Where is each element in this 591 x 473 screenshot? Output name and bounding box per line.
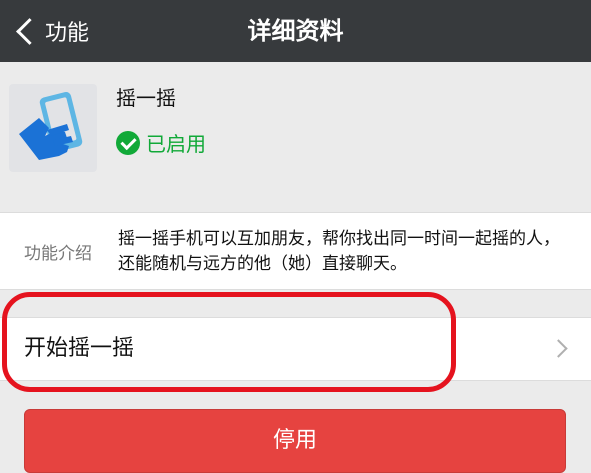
shake-phone-icon [9, 84, 97, 172]
chevron-right-icon [549, 339, 568, 358]
navigation-bar: 功能 详细资料 [0, 0, 591, 62]
feature-name: 摇一摇 [116, 86, 176, 110]
start-shake-label: 开始摇一摇 [24, 336, 135, 361]
feature-profile: 摇一摇 已启用 [0, 62, 591, 212]
feature-intro-row: 功能介绍 摇一摇手机可以互加朋友，帮你找出同一时间一起摇的人，还能随机与远方的他… [0, 212, 591, 290]
intro-text: 摇一摇手机可以互加朋友，帮你找出同一时间一起摇的人，还能随机与远方的他（她）直接… [118, 229, 560, 274]
page-title: 详细资料 [247, 17, 344, 45]
status-text: 已启用 [146, 132, 206, 156]
start-shake-row[interactable]: 开始摇一摇 [0, 317, 591, 381]
check-circle-icon [116, 130, 140, 155]
status-badge: 已启用 [116, 128, 206, 157]
intro-label: 功能介绍 [24, 244, 92, 264]
disable-button[interactable]: 停用 [24, 409, 566, 473]
